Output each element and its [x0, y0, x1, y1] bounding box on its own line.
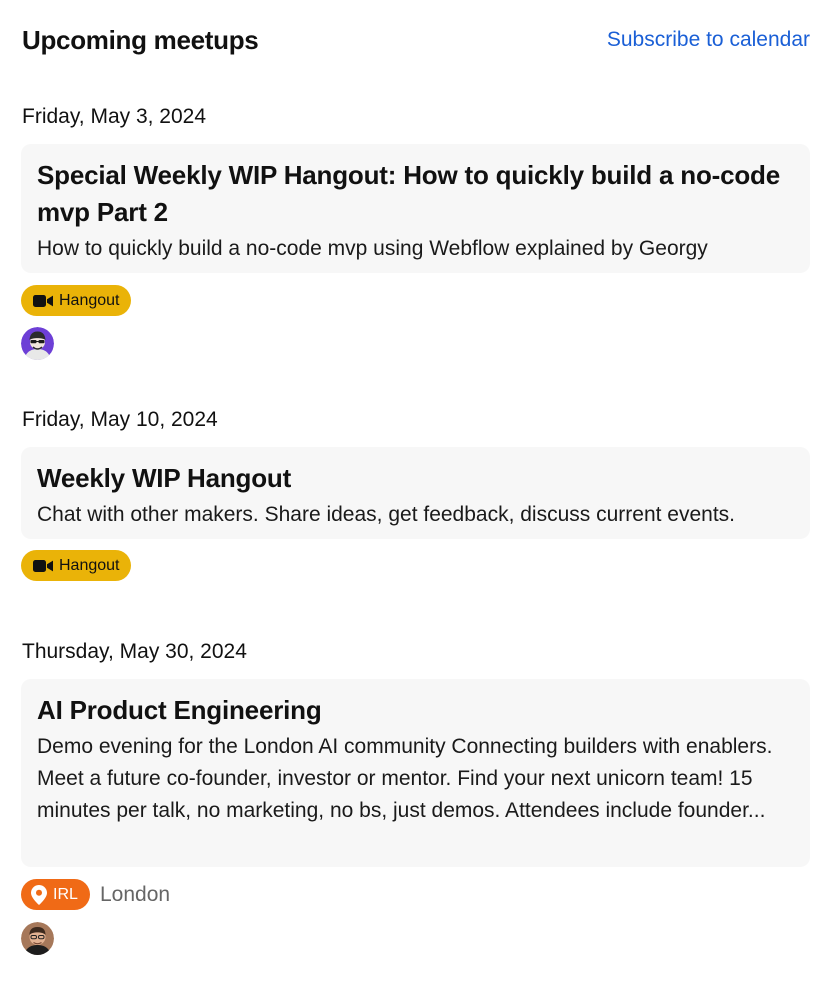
event-card[interactable]: Special Weekly WIP Hangout: How to quick… — [21, 144, 810, 273]
map-pin-icon — [31, 884, 53, 905]
video-camera-icon — [33, 294, 59, 307]
event-description: Chat with other makers. Share ideas, get… — [37, 503, 736, 526]
video-camera-icon — [33, 559, 59, 572]
event-type-badge[interactable]: Hangout — [21, 550, 131, 581]
page-header: Upcoming meetups Subscribe to calendar — [22, 22, 810, 58]
event-title: AI Product Engineering — [37, 695, 322, 725]
event-type-badge[interactable]: Hangout — [21, 285, 131, 316]
event-description: How to quickly build a no-code mvp using… — [37, 237, 708, 260]
event-type-badge[interactable]: IRL — [21, 879, 90, 910]
event-card[interactable]: AI Product Engineering Demo evening for … — [21, 679, 810, 867]
subscribe-to-calendar-link[interactable]: Subscribe to calendar — [607, 28, 810, 52]
attendee-avatar[interactable] — [21, 922, 54, 955]
attendee-avatar[interactable] — [21, 327, 54, 360]
event-title: Special Weekly WIP Hangout: How to quick… — [37, 160, 780, 227]
badge-label: Hangout — [59, 556, 120, 574]
event-date: Friday, May 3, 2024 — [22, 105, 207, 128]
event-location: London — [100, 883, 171, 906]
badge-label: Hangout — [59, 291, 120, 309]
badge-label: IRL — [53, 885, 78, 903]
page-title: Upcoming meetups — [22, 24, 259, 55]
event-card[interactable]: Weekly WIP Hangout Chat with other maker… — [21, 447, 810, 539]
event-description: Demo evening for the London AI community… — [37, 735, 773, 822]
event-date: Thursday, May 30, 2024 — [22, 640, 247, 663]
event-date: Friday, May 10, 2024 — [22, 408, 218, 431]
event-title: Weekly WIP Hangout — [37, 463, 292, 493]
